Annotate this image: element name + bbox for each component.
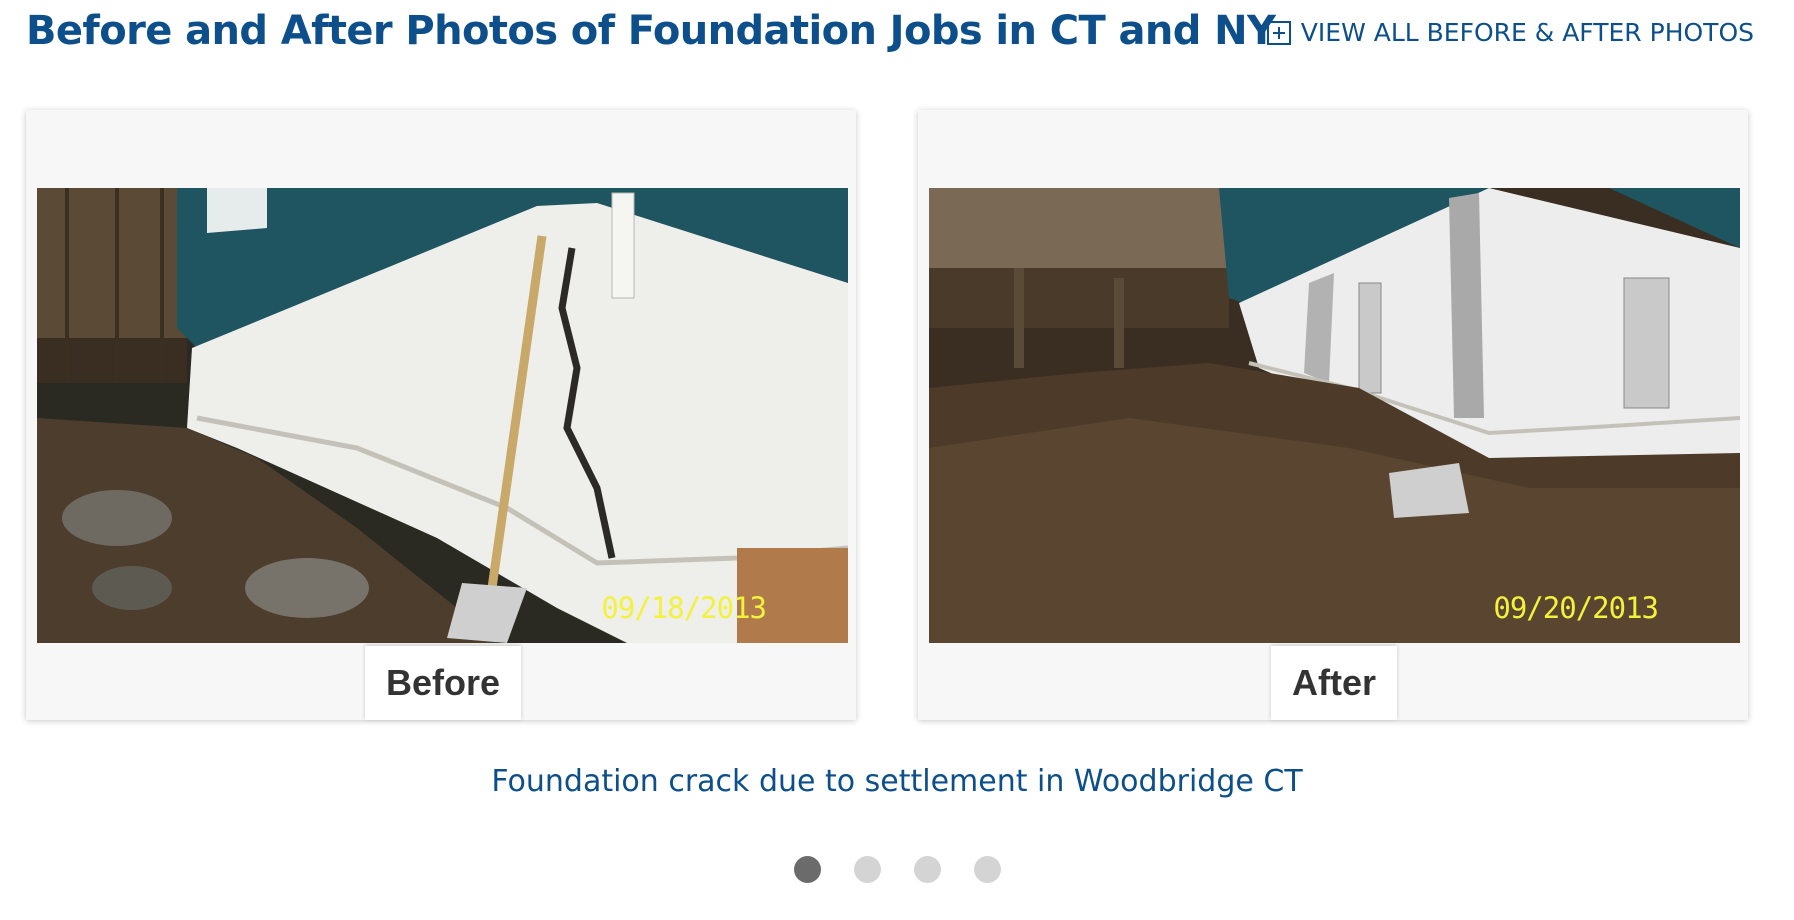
after-photo[interactable]: 09/20/2013 — [929, 188, 1740, 643]
before-photo-card: 09/18/2013 Before — [26, 110, 856, 720]
pagination-dot-3[interactable] — [913, 856, 941, 883]
before-photo[interactable]: 09/18/2013 — [37, 188, 848, 643]
view-all-photos-label: VIEW ALL BEFORE & AFTER PHOTOS — [1300, 18, 1754, 47]
after-photo-image — [929, 188, 1740, 643]
pagination-dot-2[interactable] — [853, 856, 881, 883]
pagination-dot-4[interactable] — [973, 856, 1001, 883]
after-date-stamp: 09/20/2013 — [1493, 591, 1659, 625]
before-date-stamp: 09/18/2013 — [601, 591, 767, 625]
carousel-pagination — [0, 856, 1794, 883]
page-title: Before and After Photos of Foundation Jo… — [26, 8, 1276, 54]
view-all-photos-link[interactable]: VIEW ALL BEFORE & AFTER PHOTOS — [1266, 18, 1754, 47]
plus-square-icon — [1266, 20, 1291, 45]
pagination-dot-1[interactable] — [793, 856, 821, 883]
before-photo-image — [37, 188, 848, 643]
after-photo-card: 09/20/2013 After — [918, 110, 1748, 720]
before-after-section: Before and After Photos of Foundation Jo… — [0, 0, 1794, 920]
slide-caption: Foundation crack due to settlement in Wo… — [491, 764, 1303, 799]
before-label: Before — [365, 646, 521, 720]
after-label: After — [1271, 646, 1397, 720]
